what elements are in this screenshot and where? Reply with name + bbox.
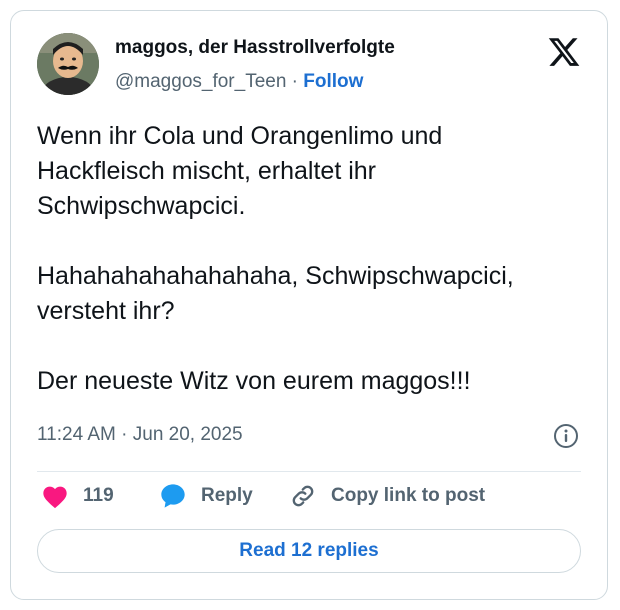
copy-link-label: Copy link to post bbox=[331, 485, 486, 506]
avatar-image bbox=[37, 33, 99, 95]
tweet-text: Wenn ihr Cola und Orangenlimo und Hackfl… bbox=[37, 119, 577, 399]
tweet-paragraph: Hahahahahahahahaha, Schwipschwapcici, ve… bbox=[37, 262, 514, 325]
tweet-paragraph: Wenn ihr Cola und Orangenlimo und Hackfl… bbox=[37, 122, 443, 220]
author-handle[interactable]: @maggos_for_Teen bbox=[115, 71, 286, 92]
handle-separator: · bbox=[291, 71, 298, 92]
info-icon[interactable] bbox=[553, 423, 579, 449]
copy-link-button[interactable]: Copy link to post bbox=[289, 481, 485, 511]
like-button[interactable]: 119 bbox=[41, 481, 114, 511]
tweet-timestamp[interactable]: 11:24 AM · Jun 20, 2025 bbox=[37, 424, 243, 446]
avatar[interactable] bbox=[37, 33, 99, 95]
read-replies-label: Read 12 replies bbox=[239, 540, 379, 561]
reply-button[interactable]: Reply bbox=[159, 481, 253, 511]
action-bar: 119 Reply Copy link to post bbox=[37, 481, 581, 511]
tweet-paragraph: Der neueste Witz von eurem maggos!!! bbox=[37, 367, 471, 395]
author-display-name[interactable]: maggos, der Hasstrollverfolgte bbox=[115, 37, 395, 59]
divider bbox=[37, 471, 581, 472]
author-handle-row: @maggos_for_Teen · Follow bbox=[115, 71, 363, 93]
like-count: 119 bbox=[83, 485, 114, 506]
speech-bubble-icon bbox=[159, 482, 187, 510]
x-logo-icon[interactable] bbox=[547, 35, 581, 69]
tweet-card: maggos, der Hasstrollverfolgte @maggos_f… bbox=[10, 10, 608, 600]
reply-label: Reply bbox=[201, 485, 253, 506]
heart-icon bbox=[41, 483, 69, 509]
read-replies-button[interactable]: Read 12 replies bbox=[37, 529, 581, 573]
follow-button[interactable]: Follow bbox=[303, 71, 363, 92]
link-icon bbox=[289, 482, 317, 510]
